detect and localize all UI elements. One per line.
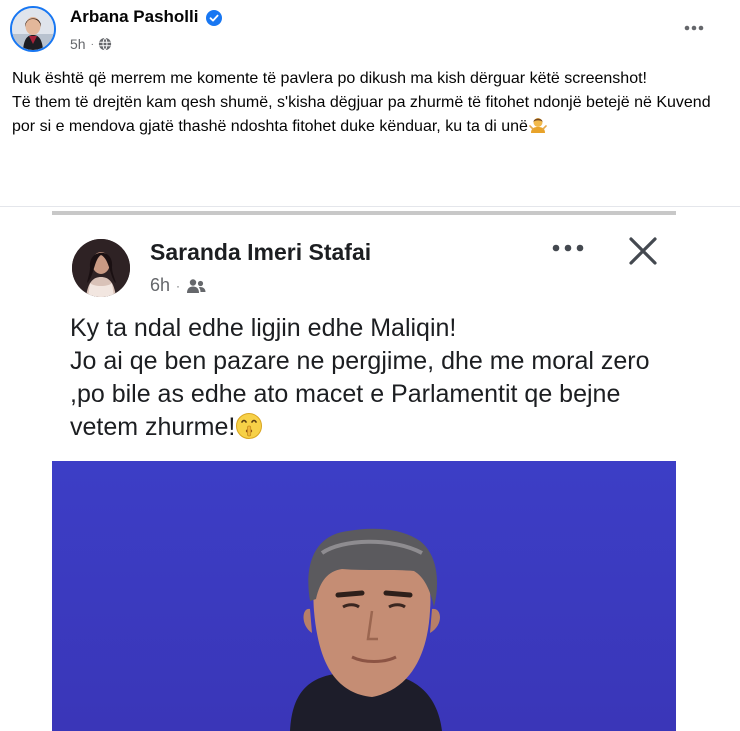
friends-icon bbox=[187, 278, 206, 293]
screenshot-author-name: Saranda Imeri Stafai bbox=[150, 239, 372, 265]
more-options-icon bbox=[552, 244, 584, 252]
post-text: Nuk është që merrem me komente të pavler… bbox=[12, 67, 724, 139]
shushing-face-emoji bbox=[236, 413, 263, 439]
screenshot-top-bar bbox=[52, 211, 676, 215]
shared-screenshot[interactable]: Saranda Imeri Stafai 6h · Ky ta ndal edh… bbox=[52, 211, 676, 731]
more-options-icon bbox=[684, 25, 704, 31]
screenshot-avatar-image bbox=[72, 239, 130, 297]
post-time[interactable]: 5h bbox=[70, 36, 86, 52]
post-meta: 5h · bbox=[70, 35, 112, 53]
meta-separator: · bbox=[176, 278, 181, 293]
screenshot-line: Jo ai qe ben pazare ne pergjime, dhe me … bbox=[70, 345, 664, 444]
post-paragraph: Të them të drejtën kam qesh shumë, s'kis… bbox=[12, 91, 724, 139]
post-paragraph-text: Të them të drejtën kam qesh shumë, s'kis… bbox=[12, 94, 711, 135]
screenshot-line: Ky ta ndal edhe ligjin edhe Maliqin! bbox=[70, 314, 457, 342]
screenshot-line-text: Jo ai qe ben pazare ne pergjime, dhe me … bbox=[70, 347, 650, 441]
man-portrait-image bbox=[52, 461, 676, 731]
meta-separator: · bbox=[90, 38, 94, 50]
verified-badge-icon bbox=[206, 10, 222, 26]
screenshot-text: Ky ta ndal edhe ligjin edhe Maliqin! Jo … bbox=[70, 312, 664, 444]
person-shrugging-emoji bbox=[529, 118, 547, 133]
post-header: Arbana Pasholli 5h · bbox=[0, 0, 740, 64]
screenshot-photo bbox=[52, 461, 676, 731]
post-divider bbox=[0, 206, 740, 207]
author-avatar[interactable] bbox=[10, 6, 56, 52]
screenshot-time: 6h bbox=[150, 275, 171, 295]
screenshot-author-avatar bbox=[72, 239, 130, 297]
globe-icon[interactable] bbox=[98, 37, 112, 51]
author-name[interactable]: Arbana Pasholli bbox=[70, 7, 198, 27]
close-icon bbox=[629, 237, 657, 265]
post-paragraph: Nuk është që merrem me komente të pavler… bbox=[12, 70, 647, 87]
more-options-button[interactable] bbox=[676, 12, 712, 44]
author-avatar-image bbox=[12, 8, 54, 50]
screenshot-meta: 6h · bbox=[150, 275, 206, 296]
